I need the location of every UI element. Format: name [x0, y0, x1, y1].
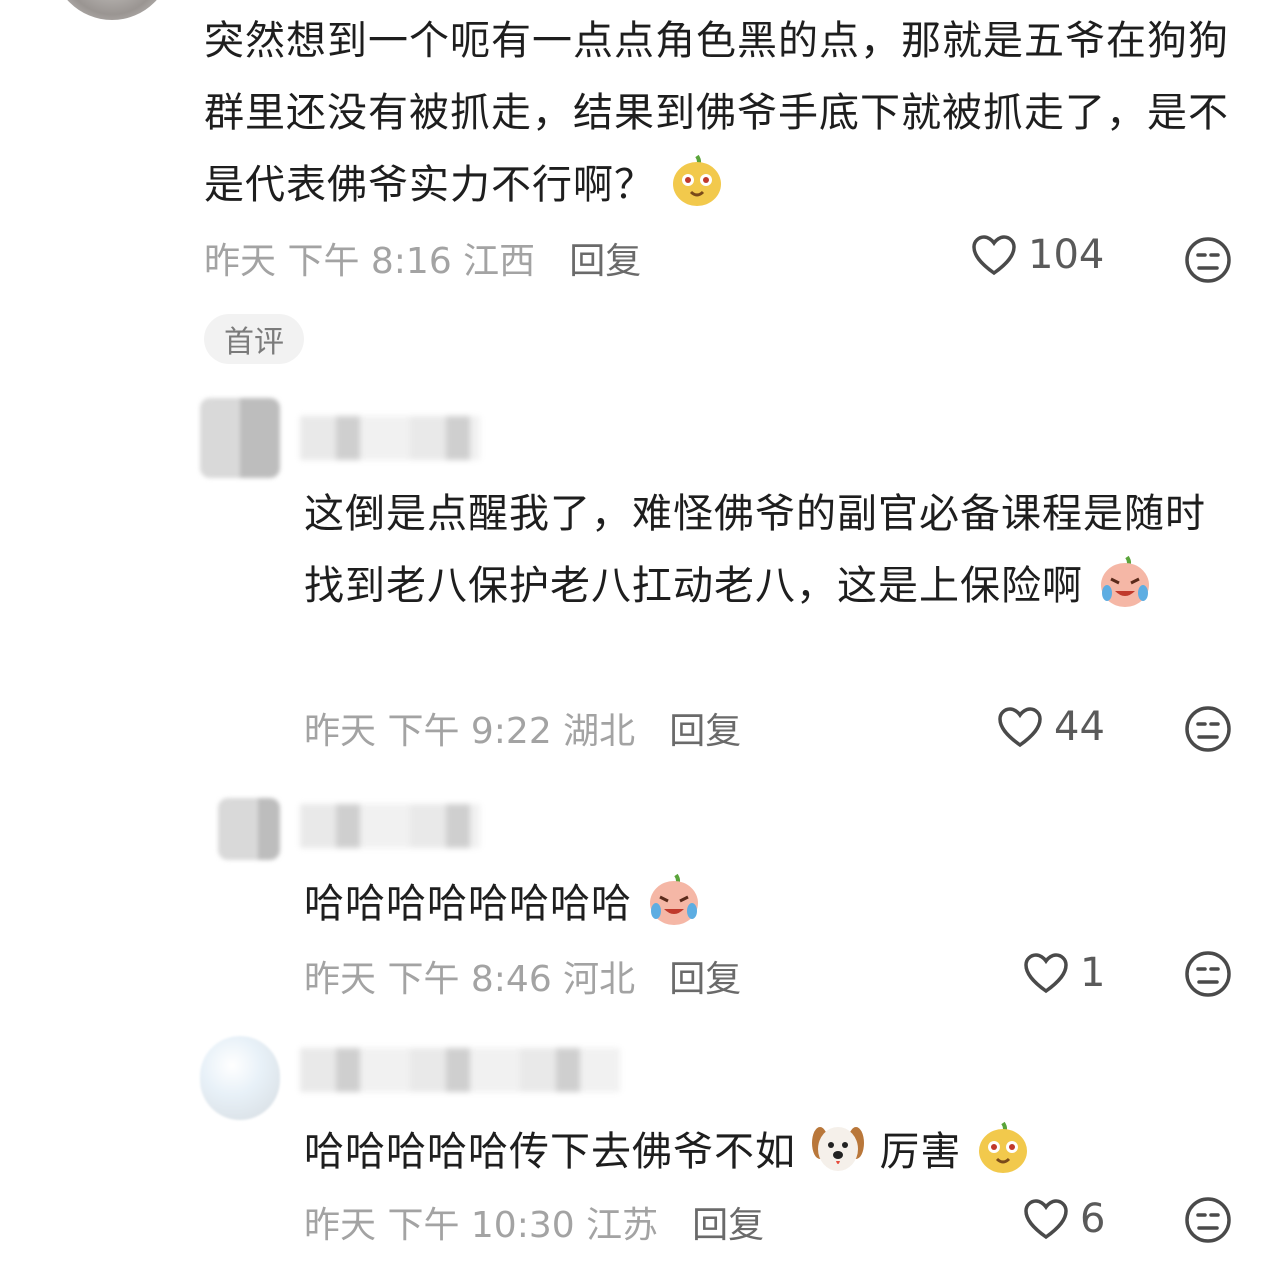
dislike-button[interactable] [1184, 236, 1232, 284]
neutral-face-icon [1185, 951, 1231, 997]
comment-time: 昨天 下午 8:16 江西 [204, 241, 536, 282]
comment-3-body: 哈哈哈哈哈哈哈哈 [304, 881, 632, 927]
comment-text-4: 哈哈哈哈哈传下去佛爷不如 厉害 [304, 1116, 1234, 1188]
comment-time: 昨天 下午 9:22 湖北 [304, 711, 636, 752]
comment-time: 昨天 下午 8:46 河北 [304, 959, 636, 1000]
laugh-cry-emoji [1097, 553, 1153, 609]
neutral-face-icon [1185, 706, 1231, 752]
neutral-face-icon [1185, 237, 1231, 283]
avatar[interactable] [52, 0, 172, 20]
comment-text-3: 哈哈哈哈哈哈哈哈 [304, 868, 1234, 940]
dislike-button[interactable] [1184, 1196, 1232, 1244]
laugh-cry-emoji [646, 871, 702, 927]
reply-button[interactable]: 回复 [669, 711, 741, 752]
username-blurred[interactable] [300, 1048, 620, 1092]
like-button[interactable]: 104 [970, 232, 1104, 278]
melon-face-emoji [975, 1119, 1031, 1175]
username-blurred[interactable] [300, 804, 480, 848]
comment-4-body-b: 厉害 [879, 1129, 962, 1175]
dislike-button[interactable] [1184, 705, 1232, 753]
comment-meta-2: 昨天 下午 9:22 湖北 回复 [304, 702, 741, 754]
dog-face-emoji [810, 1119, 866, 1175]
heart-outline-icon [1024, 1199, 1068, 1240]
like-button[interactable]: 1 [1022, 950, 1105, 996]
like-count: 6 [1080, 1196, 1106, 1242]
comment-4-body-a: 哈哈哈哈哈传下去佛爷不如 [304, 1129, 796, 1175]
like-count: 1 [1080, 950, 1106, 996]
dislike-button[interactable] [1184, 950, 1232, 998]
comment-text-2: 这倒是点醒我了，难怪佛爷的副官必备课程是随时找到老八保护老八扛动老八，这是上保险… [304, 478, 1234, 622]
comment-text-1: 突然想到一个呃有一点点角色黑的点，那就是五爷在狗狗群里还没有被抓走，结果到佛爷手… [204, 5, 1234, 221]
like-button[interactable]: 44 [996, 704, 1105, 750]
comment-2-body: 这倒是点醒我了，难怪佛爷的副官必备课程是随时找到老八保护老八扛动老八，这是上保险… [304, 491, 1206, 609]
comment-meta-4: 昨天 下午 10:30 江苏 回复 [304, 1196, 764, 1248]
like-count: 44 [1054, 704, 1105, 750]
comment-time: 昨天 下午 10:30 江苏 [304, 1205, 659, 1246]
heart-outline-icon [998, 707, 1042, 748]
melon-face-emoji [669, 152, 725, 208]
comment-meta-1: 昨天 下午 8:16 江西 回复 [204, 232, 641, 284]
username-blurred[interactable] [300, 416, 480, 460]
like-count: 104 [1028, 232, 1105, 278]
like-button[interactable]: 6 [1022, 1196, 1105, 1242]
avatar[interactable] [218, 798, 280, 860]
reply-button[interactable]: 回复 [569, 241, 641, 282]
heart-outline-icon [1024, 953, 1068, 994]
avatar[interactable] [200, 398, 280, 478]
first-comment-tag: 首评 [204, 314, 304, 364]
reply-button[interactable]: 回复 [669, 959, 741, 1000]
heart-outline-icon [972, 235, 1016, 276]
reply-button[interactable]: 回复 [692, 1205, 764, 1246]
neutral-face-icon [1185, 1197, 1231, 1243]
avatar[interactable] [200, 1036, 280, 1120]
comment-meta-3: 昨天 下午 8:46 河北 回复 [304, 950, 741, 1002]
